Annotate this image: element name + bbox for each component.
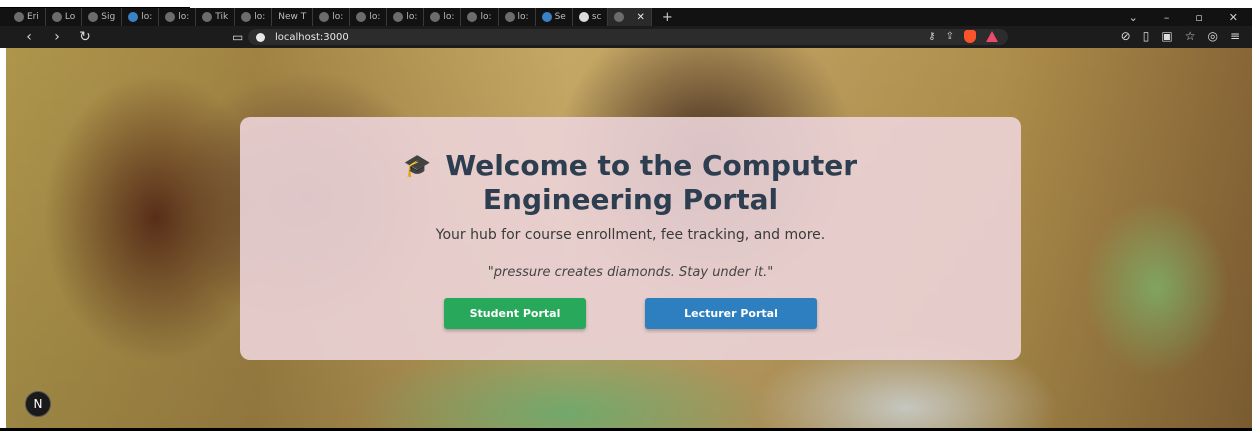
tab[interactable]: lo:	[350, 8, 388, 26]
url-input[interactable]	[275, 31, 675, 43]
globe-icon	[614, 12, 625, 22]
globe-icon	[202, 12, 213, 22]
brave-shields-icon[interactable]	[964, 30, 976, 43]
tab-label: Eri	[27, 12, 39, 22]
toolbar-right: ⊘ ▯ ▣ ☆ ◎ ≡	[1121, 29, 1240, 43]
page-title: 🎓 Welcome to the Computer Engineering Por…	[240, 149, 1021, 216]
key-icon[interactable]: ⚷	[928, 31, 935, 42]
tab[interactable]: lo:	[122, 8, 160, 26]
tab[interactable]: Lo	[46, 8, 83, 26]
minimize-icon[interactable]: –	[1164, 11, 1170, 24]
nextjs-dev-badge[interactable]: N	[25, 391, 51, 417]
tab-label: lo:	[369, 12, 381, 22]
address-bar[interactable]: ⚷ ⇪	[248, 29, 1008, 45]
tab-label: lo:	[480, 12, 492, 22]
tab-list-chevron-icon[interactable]: ⌄	[1129, 11, 1138, 24]
globe-icon	[88, 12, 99, 22]
globe-icon	[14, 12, 24, 22]
globe-icon	[504, 12, 515, 22]
close-window-icon[interactable]: ✕	[1229, 11, 1238, 24]
tab-label: New T	[278, 12, 307, 22]
lecturer-portal-button[interactable]: Lecturer Portal	[645, 298, 817, 329]
globe-icon	[319, 12, 330, 22]
tab[interactable]: lo:	[461, 8, 499, 26]
tab-label: lo:	[406, 12, 418, 22]
top-strip	[0, 0, 1252, 8]
globe-icon	[430, 12, 441, 22]
maximize-icon[interactable]: ▫	[1195, 11, 1202, 24]
github-icon	[578, 12, 589, 22]
title-line-2: Engineering Portal	[482, 183, 779, 216]
tab-label: lo:	[332, 12, 344, 22]
globe-icon	[51, 12, 62, 22]
tab[interactable]: lo:	[159, 8, 197, 26]
bookmark-icon[interactable]: ▭	[232, 30, 243, 44]
student-portal-button[interactable]: Student Portal	[444, 298, 586, 329]
navigation-bar: ‹ › ↻ ▭ ⚷ ⇪ ⊘ ▯ ▣ ☆ ◎ ≡	[0, 26, 1252, 48]
graduation-cap-icon: 🎓	[403, 154, 432, 179]
tab[interactable]: lo:	[235, 8, 273, 26]
site-info-icon[interactable]	[256, 32, 265, 42]
back-icon[interactable]: ‹	[18, 29, 40, 45]
tab[interactable]: sc	[573, 8, 609, 26]
tab-label: lo:	[443, 12, 455, 22]
globe-icon	[165, 12, 176, 22]
leo-icon[interactable]: ⊘	[1121, 29, 1131, 43]
window-controls: ⌄ – ▫ ✕	[1129, 11, 1252, 24]
tab[interactable]: Se	[536, 8, 573, 26]
extensions-icon[interactable]: ☆	[1185, 29, 1196, 43]
wallet-icon[interactable]: ▣	[1161, 29, 1172, 43]
tab[interactable]: Eri	[8, 8, 46, 26]
tab-label: Lo	[64, 12, 76, 22]
menu-icon[interactable]: ≡	[1230, 29, 1240, 43]
tab[interactable]: lo:	[424, 8, 462, 26]
reload-icon[interactable]: ↻	[74, 29, 96, 45]
sidebar-icon[interactable]: ▯	[1143, 29, 1150, 43]
share-icon[interactable]: ⇪	[946, 31, 954, 42]
tab-label: Tik	[215, 12, 229, 22]
title-line-1: Welcome to the Computer	[445, 149, 858, 182]
globe-icon	[356, 12, 367, 22]
globe-icon	[467, 12, 478, 22]
tab[interactable]: Tik	[196, 8, 236, 26]
globe-icon	[393, 12, 404, 22]
tab-label: lo:	[254, 12, 266, 22]
tab-label: Se	[554, 12, 566, 22]
new-tab-icon[interactable]: +	[652, 10, 683, 25]
motivational-quote: "pressure creates diamonds. Stay under i…	[487, 265, 774, 280]
tab[interactable]: lo:	[313, 8, 351, 26]
brave-rewards-icon[interactable]	[986, 31, 998, 42]
page-subtitle: Your hub for course enrollment, fee trac…	[435, 227, 826, 243]
tab-label: lo:	[517, 12, 529, 22]
tab-label: sc	[591, 12, 602, 22]
tab[interactable]: lo:	[499, 8, 536, 26]
tab[interactable]: Sig	[82, 8, 123, 26]
globe-icon	[241, 12, 252, 22]
search-icon	[541, 12, 552, 22]
page-viewport: 🎓 Welcome to the Computer Engineering Por…	[6, 48, 1252, 428]
forward-icon[interactable]: ›	[46, 29, 68, 45]
tab-label: Sig	[101, 12, 116, 22]
tab[interactable]: lo:	[387, 8, 425, 26]
welcome-card: 🎓 Welcome to the Computer Engineering Por…	[240, 117, 1021, 360]
close-tab-icon[interactable]: ✕	[636, 12, 644, 23]
react-icon	[128, 12, 139, 22]
vpn-icon[interactable]: ◎	[1207, 29, 1217, 43]
tab-active[interactable]: ✕	[608, 8, 652, 26]
tab-label: lo:	[141, 12, 153, 22]
tab-label: lo:	[178, 12, 190, 22]
tab[interactable]: New T	[272, 8, 314, 26]
tab-bar: Eri Lo Sig lo: lo: Tik lo: New T lo: lo:…	[0, 8, 1252, 26]
